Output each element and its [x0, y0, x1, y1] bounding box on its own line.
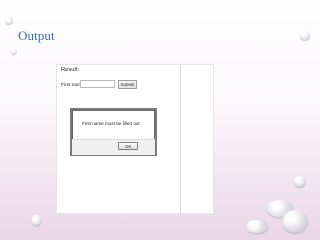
result-label: Result:: [61, 67, 80, 73]
submit-button[interactable]: Submit: [118, 80, 137, 89]
alert-message: First name must be filled out: [82, 121, 140, 126]
first-name-input[interactable]: [80, 80, 115, 88]
water-drop-icon: [11, 49, 17, 55]
water-drop-icon: [282, 210, 308, 234]
ok-button[interactable]: OK: [118, 142, 138, 150]
alert-footer: [72, 139, 155, 155]
water-drop-icon: [31, 215, 42, 226]
water-drop-icon: [294, 176, 306, 188]
water-drop-icon: [300, 31, 310, 41]
water-drop-icon: [245, 220, 269, 234]
slide-title: Output: [18, 28, 55, 43]
water-drop-icon: [5, 17, 13, 25]
